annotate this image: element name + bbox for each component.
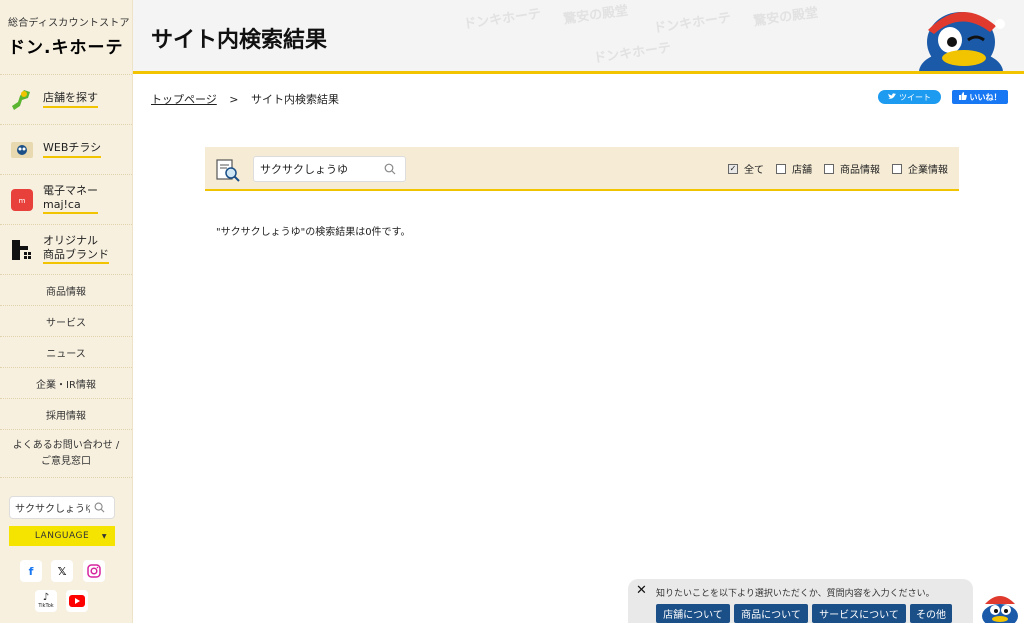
header-watermark: 驚安の殿堂 — [562, 3, 630, 28]
facebook-like-button[interactable]: いいね！ — [952, 90, 1008, 104]
language-label: LANGUAGE — [34, 531, 90, 541]
label-line: maj!ca — [43, 198, 98, 214]
sidebar-link-products[interactable]: 商品情報 — [0, 275, 132, 306]
youtube-icon[interactable] — [66, 590, 88, 612]
chat-option-other[interactable]: その他 — [910, 604, 952, 623]
sidebar-link-contact[interactable]: よくあるお問い合わせ / ご意見窓口 — [0, 430, 132, 478]
breadcrumb-home-link[interactable]: トップページ — [151, 93, 217, 106]
search-icon[interactable] — [379, 163, 401, 175]
page-title: サイト内検索結果 — [151, 28, 328, 53]
sidebar-item-label: 店舗を探す — [43, 91, 98, 108]
close-icon[interactable]: ✕ — [636, 583, 647, 598]
tweet-label: ツイート — [899, 92, 931, 102]
caret-down-icon: ▼ — [101, 532, 107, 540]
sidebar-item-store-search[interactable]: 店舗を探す — [0, 75, 132, 125]
sidebar-search-input[interactable] — [10, 502, 90, 513]
like-label: いいね！ — [969, 92, 1002, 102]
sidebar-link-news[interactable]: ニュース — [0, 337, 132, 368]
facebook-icon[interactable]: f — [20, 560, 42, 582]
language-dropdown[interactable]: LANGUAGE ▼ — [9, 526, 115, 546]
filter-corporate[interactable]: 企業情報 — [892, 161, 948, 176]
chat-option-products[interactable]: 商品について — [734, 604, 808, 623]
filter-products[interactable]: 商品情報 — [824, 161, 880, 176]
sidebar-link-services[interactable]: サービス — [0, 306, 132, 337]
chat-widget: ✕ 知りたいことを以下より選択いただくか、質問内容を入力ください。 店舗について… — [628, 579, 973, 623]
majica-card-icon: m — [10, 188, 34, 212]
sidebar-item-label: オリジナル 商品ブランド — [43, 234, 109, 265]
filter-label: 企業情報 — [908, 165, 948, 176]
checkbox-checked[interactable]: ✓ — [728, 163, 738, 174]
logo-tagline: 総合ディスカウントストア — [8, 18, 130, 29]
contact-line: ご意見窓口 — [41, 455, 91, 467]
chat-option-services[interactable]: サービスについて — [812, 604, 906, 623]
breadcrumb-current: サイト内検索結果 — [251, 93, 339, 106]
search-input[interactable] — [254, 162, 379, 176]
japan-map-icon — [10, 88, 34, 112]
chat-option-stores[interactable]: 店舗について — [656, 604, 730, 623]
search-icon[interactable] — [90, 502, 108, 513]
breadcrumb: トップページ > サイト内検索結果 — [151, 91, 339, 107]
sidebar-link-recruit[interactable]: 採用情報 — [0, 399, 132, 430]
contact-line: よくあるお問い合わせ / — [12, 439, 120, 451]
sidebar-item-web-flyer[interactable]: WEBチラシ — [0, 125, 132, 175]
document-search-icon — [215, 157, 241, 183]
page-header: ドンキホーテ 驚安の殿堂 ドンキホーテ 驚安の殿堂 ドンキホーテ サイト内検索結… — [133, 0, 1024, 74]
header-watermark: ドンキホーテ — [462, 6, 542, 33]
sidebar: 総合ディスカウントストア ドン.キホーテ 店舗を探す WEBチラシ m 電子マネ… — [0, 0, 133, 623]
search-result-message: "サクサクしょうゆ"の検索結果は0件です。 — [216, 227, 411, 238]
sidebar-item-majica[interactable]: m 電子マネー maj!ca — [0, 175, 132, 225]
tiktok-icon[interactable]: ♪ TikTok — [35, 590, 57, 612]
checkbox[interactable] — [824, 163, 834, 174]
logo[interactable]: 総合ディスカウントストア ドン.キホーテ — [0, 0, 132, 75]
filter-stores[interactable]: 店舗 — [776, 161, 812, 176]
checkbox[interactable] — [892, 163, 902, 174]
chat-prompt: 知りたいことを以下より選択いただくか、質問内容を入力ください。 — [656, 589, 935, 599]
filter-label: 商品情報 — [840, 165, 880, 176]
x-icon[interactable]: 𝕏 — [51, 560, 73, 582]
mascot-image — [914, 2, 1008, 71]
search-panel: ✓ 全て 店舗 商品情報 企業情報 — [205, 147, 959, 191]
instagram-icon[interactable] — [83, 560, 105, 582]
chat-mascot-icon[interactable] — [980, 590, 1020, 623]
label-line: 商品ブランド — [43, 248, 109, 264]
sidebar-search — [9, 496, 115, 519]
filter-label: 店舗 — [792, 165, 812, 176]
page: 総合ディスカウントストア ドン.キホーテ 店舗を探す WEBチラシ m 電子マネ… — [0, 0, 1024, 623]
search-filters: ✓ 全て 店舗 商品情報 企業情報 — [716, 161, 948, 176]
logo-wordmark: ドン.キホーテ — [8, 38, 124, 58]
header-watermark: 驚安の殿堂 — [752, 5, 820, 30]
thumbs-up-icon — [958, 92, 967, 102]
sidebar-link-corporate-ir[interactable]: 企業・IR情報 — [0, 368, 132, 399]
header-watermark: ドンキホーテ — [652, 10, 732, 37]
svg-text:m: m — [19, 197, 26, 205]
tiktok-label: TikTok — [38, 603, 54, 609]
header-watermark: ドンキホーテ — [592, 40, 672, 67]
sidebar-item-label: WEBチラシ — [43, 141, 102, 158]
label-line: 電子マネー — [43, 184, 98, 197]
filter-all[interactable]: ✓ 全て — [728, 161, 764, 176]
main-search — [253, 156, 406, 182]
tweet-button[interactable]: ツイート — [878, 90, 941, 104]
sidebar-item-label: 電子マネー maj!ca — [43, 184, 98, 215]
flyer-icon — [10, 138, 34, 162]
twitter-bird-icon — [888, 92, 896, 102]
sidebar-item-original-brand[interactable]: オリジナル 商品ブランド — [0, 225, 132, 275]
filter-label: 全て — [744, 165, 764, 176]
brand-logo-icon — [10, 238, 34, 262]
checkbox[interactable] — [776, 163, 786, 174]
breadcrumb-separator: > — [229, 93, 239, 106]
label-line: オリジナル — [43, 234, 98, 247]
